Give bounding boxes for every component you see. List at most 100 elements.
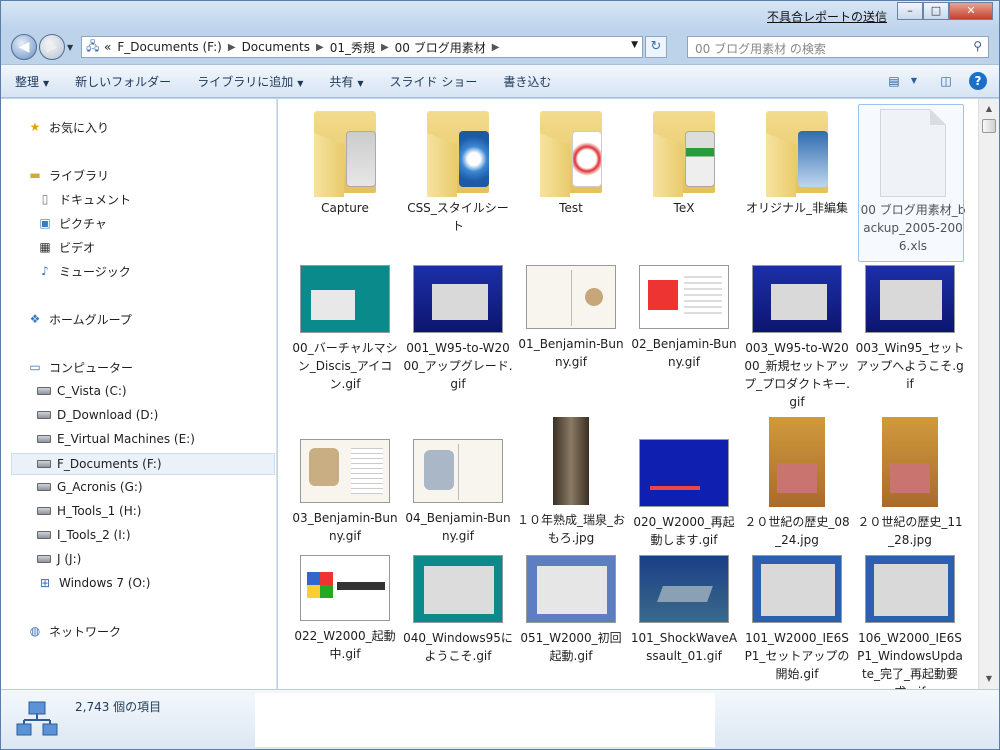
nav-drive-label: I_Tools_2 (I:) (57, 528, 131, 542)
image-thumbnail (526, 265, 616, 329)
file-item[interactable]: １０年熟成_瑞泉_おもろ.jpg (516, 417, 626, 547)
nav-drive-label: J (J:) (57, 552, 82, 566)
nav-documents[interactable]: ▯ ドキュメント (37, 189, 131, 209)
file-item[interactable]: 001_W95-to-W2000_アップグレード.gif (403, 265, 513, 393)
image-thumbnail (752, 555, 842, 623)
search-icon[interactable]: ⚲ (973, 39, 982, 53)
help-icon[interactable]: ? (969, 72, 987, 90)
vertical-scrollbar[interactable]: ▲ ▼ (978, 99, 999, 689)
nav-homegroup[interactable]: ❖ ホームグループ (27, 309, 132, 329)
folder-item[interactable]: Test (516, 105, 626, 217)
close-button[interactable]: ✕ (949, 2, 993, 20)
new-folder-button[interactable]: 新しいフォルダー (75, 73, 171, 90)
recent-pages-dropdown[interactable]: ▼ (67, 43, 73, 52)
nav-libraries[interactable]: ▬ ライブラリ (27, 165, 109, 185)
file-item[interactable]: 022_W2000_起動中.gif (290, 555, 400, 663)
file-item[interactable]: 04_Benjamin-Bunny.gif (403, 439, 513, 545)
file-item[interactable]: 00_バーチャルマシン_Discis_アイコン.gif (290, 265, 400, 393)
nav-drive-f[interactable]: F_Documents (F:) (37, 454, 162, 474)
address-bar[interactable]: 🖧 « F_Documents (F:) ▶ Documents ▶ 01_秀規 ▶ … (81, 36, 643, 58)
file-item[interactable]: 106_W2000_IE6SP1_WindowsUpdate_完了_再起動要求.… (855, 555, 965, 689)
organize-label: 整理 (15, 74, 40, 89)
file-name: 02_Benjamin-Bunny.gif (631, 337, 737, 369)
nav-libraries-label: ライブラリ (49, 168, 110, 183)
nav-computer[interactable]: ▭ コンピューター (27, 357, 133, 377)
folder-item[interactable]: TeX (629, 105, 739, 217)
file-item[interactable]: 051_W2000_初回起動.gif (516, 555, 626, 665)
folder-item[interactable]: オリジナル_非編集 (742, 105, 852, 217)
folder-item[interactable]: Capture (290, 105, 400, 217)
star-icon: ★ (29, 120, 41, 134)
refresh-button[interactable]: ↻ (645, 36, 667, 58)
file-item[interactable]: 03_Benjamin-Bunny.gif (290, 439, 400, 545)
share-menu[interactable]: 共有 ▼ (329, 73, 363, 90)
minimize-button[interactable]: – (897, 2, 923, 20)
scroll-thumb[interactable] (982, 119, 996, 133)
file-item[interactable]: ２０世紀の歴史_11_28.jpg (855, 417, 965, 549)
views-icon[interactable]: ▤ (885, 72, 903, 90)
file-item[interactable]: 020_W2000_再起動します.gif (629, 439, 739, 549)
breadcrumb-item-user[interactable]: 01_秀規 (330, 39, 375, 56)
breadcrumb-item-documents[interactable]: Documents (242, 40, 310, 54)
file-item[interactable]: 02_Benjamin-Bunny.gif (629, 265, 739, 371)
nav-drive-g[interactable]: G_Acronis (G:) (37, 477, 143, 497)
scroll-down-icon[interactable]: ▼ (981, 671, 997, 687)
file-item[interactable]: 101_W2000_IE6SP1_セットアップの開始.gif (742, 555, 852, 683)
nav-drive-h[interactable]: H_Tools_1 (H:) (37, 501, 141, 521)
nav-drive-o[interactable]: ⊞ Windows 7 (O:) (37, 573, 151, 593)
back-button[interactable]: ◀ (11, 34, 37, 60)
nav-network[interactable]: ◍ ネットワーク (27, 621, 121, 641)
nav-drive-e[interactable]: E_Virtual Machines (E:) (37, 429, 195, 449)
maximize-button[interactable]: □ (923, 2, 949, 20)
chevron-down-icon: ▼ (357, 78, 364, 88)
network-icon: ◍ (29, 624, 41, 638)
nav-drive-label: G_Acronis (G:) (57, 480, 143, 494)
music-note-icon: ♪ (41, 264, 49, 278)
search-input[interactable]: 00 ブログ用素材 の検索 ⚲ (687, 36, 989, 58)
search-placeholder: 00 ブログ用素材 の検索 (695, 42, 826, 56)
nav-drive-j[interactable]: J (J:) (37, 549, 81, 569)
file-item[interactable]: ２０世紀の歴史_08_24.jpg (742, 417, 852, 549)
drive-icon (37, 555, 51, 563)
folder-item[interactable]: CSS_スタイルシート (403, 105, 513, 235)
picture-icon: ▣ (39, 216, 51, 230)
preview-pane-icon[interactable]: ◫ (937, 72, 955, 90)
image-thumbnail (300, 439, 390, 503)
image-thumbnail (865, 265, 955, 333)
file-item[interactable]: 01_Benjamin-Bunny.gif (516, 265, 626, 371)
folder-icon (649, 105, 719, 197)
folder-icon (762, 105, 832, 197)
file-item[interactable]: 040_Windows95にようこそ.gif (403, 555, 513, 665)
image-thumbnail (639, 439, 729, 507)
chevron-right-icon[interactable]: ▶ (492, 42, 500, 53)
nav-drive-i[interactable]: I_Tools_2 (I:) (37, 525, 131, 545)
chevron-right-icon[interactable]: ▶ (228, 42, 236, 53)
nav-videos[interactable]: ▦ ビデオ (37, 237, 95, 257)
chevron-right-icon[interactable]: ▶ (381, 42, 389, 53)
forward-button[interactable]: ▶ (39, 34, 65, 60)
feedback-link[interactable]: 不具合レポートの送信 (767, 8, 887, 25)
nav-favorites[interactable]: ★ お気に入り (27, 117, 109, 137)
breadcrumb-prefix[interactable]: « (104, 40, 111, 54)
scroll-up-icon[interactable]: ▲ (981, 101, 997, 117)
nav-music[interactable]: ♪ ミュージック (37, 261, 131, 281)
chevron-right-icon[interactable]: ▶ (316, 42, 324, 53)
nav-drive-c[interactable]: C_Vista (C:) (37, 381, 127, 401)
slideshow-button[interactable]: スライド ショー (390, 73, 478, 90)
file-item[interactable]: 003_W95-to-W2000_新規セットアップ_プロダクトキー.gif (742, 265, 852, 411)
views-dropdown-icon[interactable]: ▼ (905, 72, 923, 90)
image-thumbnail (553, 417, 589, 505)
file-item[interactable]: 003_Win95_セットアップへようこそ.gif (855, 265, 965, 393)
organize-menu[interactable]: 整理 ▼ (15, 73, 49, 90)
add-to-library-menu[interactable]: ライブラリに追加 ▼ (197, 73, 303, 90)
file-name: CSS_スタイルシート (407, 201, 509, 233)
breadcrumb-item-current[interactable]: 00 ブログ用素材 (395, 39, 486, 56)
burn-button[interactable]: 書き込む (503, 73, 551, 90)
nav-pictures[interactable]: ▣ ピクチャ (37, 213, 107, 233)
file-item[interactable]: 101_ShockWaveAssault_01.gif (629, 555, 739, 665)
nav-drive-d[interactable]: D_Download (D:) (37, 405, 158, 425)
address-dropdown-icon[interactable]: ▼ (631, 40, 638, 50)
breadcrumb-item-drive[interactable]: F_Documents (F:) (117, 40, 222, 54)
image-thumbnail (769, 417, 825, 507)
file-name: 00_バーチャルマシン_Discis_アイコン.gif (292, 341, 398, 391)
